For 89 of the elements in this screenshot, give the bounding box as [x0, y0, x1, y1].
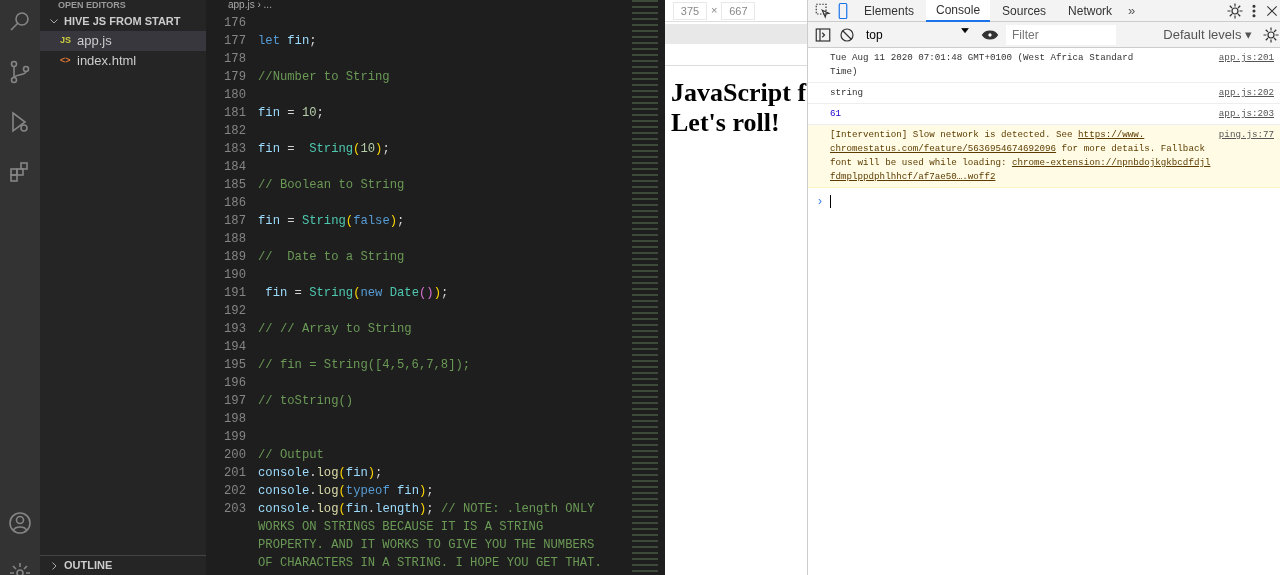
line-number: 179 [223, 69, 247, 86]
line-number: 185 [223, 177, 247, 194]
line-number: 177 [223, 33, 247, 50]
line-number: 203 [223, 501, 247, 518]
html-file-icon: <> [60, 54, 72, 68]
line-number: 190 [223, 267, 247, 284]
levels-dropdown[interactable]: Default levels ▾ [1159, 24, 1256, 45]
outline-label: OUTLINE [64, 558, 113, 574]
line-number: 187 [223, 213, 247, 230]
line-number: 176 [223, 15, 247, 32]
code-line: // // Array to String [258, 321, 413, 338]
line-number: 180 [223, 87, 247, 104]
height-field[interactable]: 667 [721, 1, 756, 20]
text-cursor [830, 194, 831, 208]
code-line: fin = String(false); [258, 213, 406, 230]
source-link[interactable]: app.js:201 [1210, 51, 1274, 79]
line-number: 198 [223, 411, 247, 428]
code-line: console.log(typeof fin); [258, 483, 435, 500]
line-number: 201 [223, 465, 247, 482]
message-link[interactable]: chrome-extension://npnbdojkgkbcdfdjl [1011, 157, 1211, 168]
devtools-tab[interactable]: Console [926, 0, 991, 22]
code-line: // Boolean to String [258, 177, 406, 194]
code-line: //Number to String [258, 69, 391, 86]
message-link[interactable]: chromestatus.com/feature/5636954674692096 [830, 143, 1057, 154]
file-item[interactable]: JS app.js [40, 31, 206, 51]
file-name: app.js [77, 32, 112, 51]
context-select[interactable]: top [862, 25, 974, 44]
code-line: console.log(fin); [258, 465, 384, 482]
file-name: index.html [77, 52, 137, 71]
code-line: // Date to a String [258, 249, 406, 266]
console-message: Tue Aug 11 2020 07:01:48 GMT+0100 (West Africa Standard Time) [830, 51, 1135, 79]
line-number: 192 [223, 303, 247, 320]
line-number: 184 [223, 159, 247, 176]
more-tabs-button[interactable]: » [1124, 0, 1140, 21]
line-number: 200 [223, 447, 247, 464]
devtools-tab[interactable]: Elements [854, 0, 925, 22]
line-number: 182 [223, 123, 247, 140]
console-message: [Intervention] Slow network is detected. See https://www. chromestatus.com/feature/5636954674692096 for more details. Fallback font will be used while loading: chrome-extension://npnbdojkgkbcdfdjl fdmplppdphlhhcf/af7ae50….woff2 [830, 128, 1210, 184]
code-line: // fin = String([4,5,6,7,8]); [258, 357, 472, 374]
devtools-tab[interactable]: Network [1058, 0, 1123, 22]
code-line: // toString() [258, 393, 355, 410]
console-message: string [830, 86, 865, 100]
page-heading: JavaScript f Let's roll! [670, 77, 807, 138]
message-link[interactable]: fdmplppdphlhhcf/af7ae50….woff2 [830, 171, 996, 182]
dropdown-arrow-icon[interactable] [960, 25, 970, 36]
code-line: fin = 10; [258, 105, 325, 122]
folder-header[interactable]: HIVE JS FROM START [40, 11, 206, 31]
context-label: top [866, 26, 883, 44]
line-number: 191 [223, 285, 247, 302]
line-number: 188 [223, 231, 247, 248]
source-link[interactable]: app.js:202 [1210, 86, 1274, 100]
clear-icon[interactable] [838, 25, 856, 44]
line-number: 194 [223, 339, 247, 356]
section-header[interactable]: OPEN EDITORS [40, 0, 206, 11]
code-line: // Output [258, 447, 325, 464]
width-field[interactable]: 375 [673, 1, 707, 20]
line-number: 178 [223, 51, 247, 68]
code-line: let fin; [258, 33, 318, 50]
branch-icon[interactable] [8, 60, 32, 84]
prompt-caret: › [818, 193, 822, 210]
file-item[interactable]: <> index.html [40, 51, 206, 71]
breadcrumb[interactable]: app.js › ... [206, 0, 630, 14]
line-number: 202 [223, 483, 247, 500]
settings-icon[interactable] [1262, 25, 1280, 44]
line-number: 196 [223, 375, 247, 392]
line-number: 199 [223, 429, 247, 446]
js-file-icon: JS [60, 34, 72, 48]
line-number: 183 [223, 141, 247, 158]
line-number: 193 [223, 321, 247, 338]
inspect-icon[interactable] [814, 1, 832, 20]
code-line: fin = String(new Date()); [264, 285, 450, 302]
code-line: fin = String(10); [258, 141, 391, 158]
code-line: console.log(fin.length); // NOTE: .length ONLY WORKS ON STRINGS BECAUSE IT IS A STRING PROPERTY. AND IT WORKS TO GIVE YOU THE NUMBERS OF CHARACTERS IN A STRING. I HOPE YOU GET THAT. [258, 501, 602, 572]
sidebar-toggle-icon[interactable] [814, 25, 832, 44]
line-number: 181 [223, 105, 247, 122]
source-link[interactable]: app.js:203 [1210, 107, 1274, 121]
source-link[interactable]: ping.js:77 [1210, 128, 1274, 184]
console-message: 61 [830, 107, 843, 121]
times-sign: × [711, 3, 718, 19]
message-link[interactable]: https://www. [1078, 129, 1145, 140]
account-icon[interactable] [8, 511, 32, 535]
line-number: 189 [223, 249, 247, 266]
line-number: 197 [223, 393, 247, 410]
settings-icon[interactable] [1226, 1, 1244, 20]
folder-name: HIVE JS FROM START [64, 13, 181, 29]
devtools-tab[interactable]: Sources [992, 0, 1057, 22]
line-number: 195 [223, 357, 247, 374]
filter-field[interactable]: Filter [1006, 24, 1116, 45]
line-number: 186 [223, 195, 247, 212]
